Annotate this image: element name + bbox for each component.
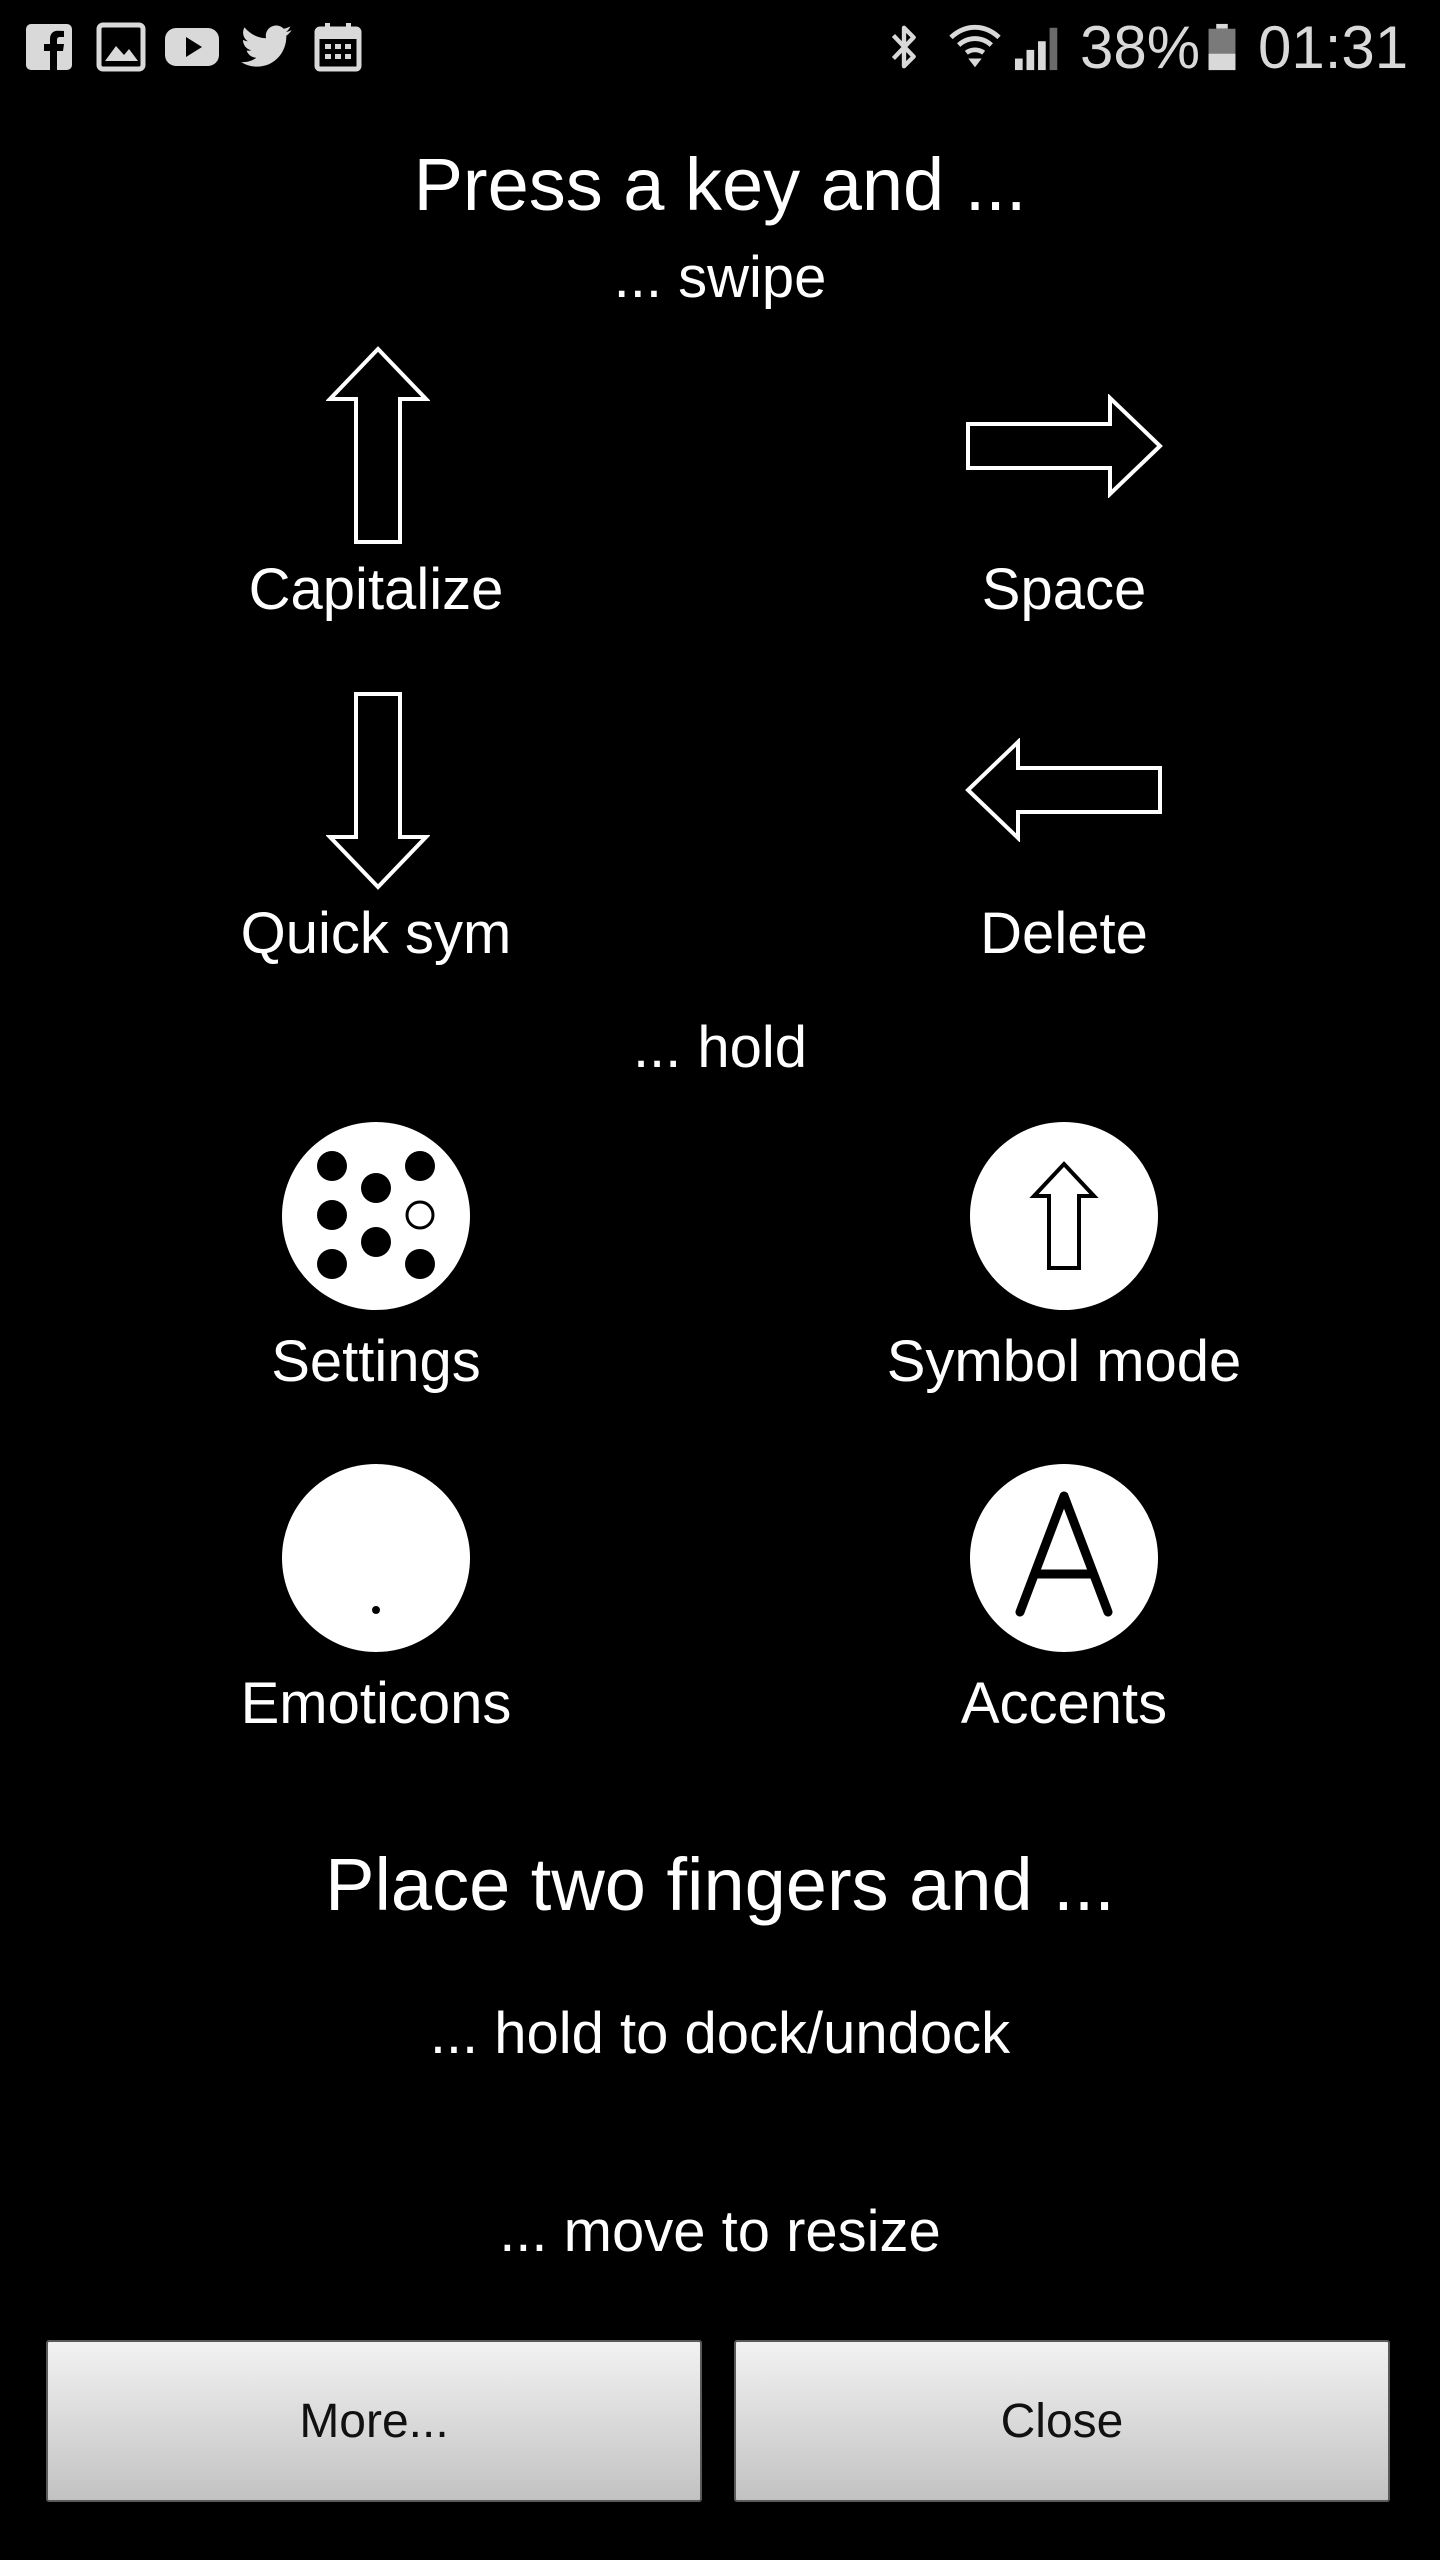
space-label: Space [981, 557, 1147, 622]
dots-icon [282, 1122, 470, 1310]
calendar-icon [314, 23, 362, 72]
emoticons-label: Emoticons [240, 1671, 512, 1736]
emoticon-dot-icon [282, 1464, 470, 1652]
battery-percent: 38% [1080, 14, 1201, 81]
clock-time: 01:31 [1258, 14, 1409, 81]
two-fingers-title: Place two fingers and ... [325, 1843, 1115, 1926]
youtube-icon [165, 28, 219, 66]
arrow-right-icon [966, 394, 1163, 498]
close-button[interactable]: Close [734, 2340, 1390, 2502]
swipe-heading: ... swipe [613, 245, 827, 310]
quick-sym-label: Quick sym [240, 901, 512, 966]
hold-heading: ... hold [632, 1015, 808, 1080]
resize-text: ... move to resize [499, 2199, 941, 2264]
battery-icon [1208, 23, 1236, 71]
settings-label: Settings [271, 1329, 481, 1394]
arrow-down-icon [326, 692, 430, 890]
dock-undock-text: ... hold to dock/undock [429, 2001, 1011, 2066]
more-button[interactable]: More... [46, 2340, 702, 2502]
shift-icon [970, 1122, 1158, 1310]
arrow-up-icon [326, 346, 430, 544]
capitalize-label: Capitalize [248, 557, 504, 622]
letter-a-icon [970, 1464, 1158, 1652]
facebook-icon [26, 24, 72, 70]
press-key-title: Press a key and ... [413, 143, 1027, 226]
signal-icon [1014, 27, 1058, 71]
wifi-icon [949, 24, 1001, 68]
bluetooth-icon [891, 25, 916, 69]
symbol-mode-label: Symbol mode [886, 1329, 1242, 1394]
gallery-icon [96, 22, 146, 72]
arrow-left-icon [965, 738, 1162, 842]
delete-label: Delete [980, 901, 1148, 966]
status-bar: 38% 01:31 [0, 0, 1440, 96]
twitter-icon [241, 25, 292, 67]
accents-label: Accents [960, 1671, 1168, 1736]
